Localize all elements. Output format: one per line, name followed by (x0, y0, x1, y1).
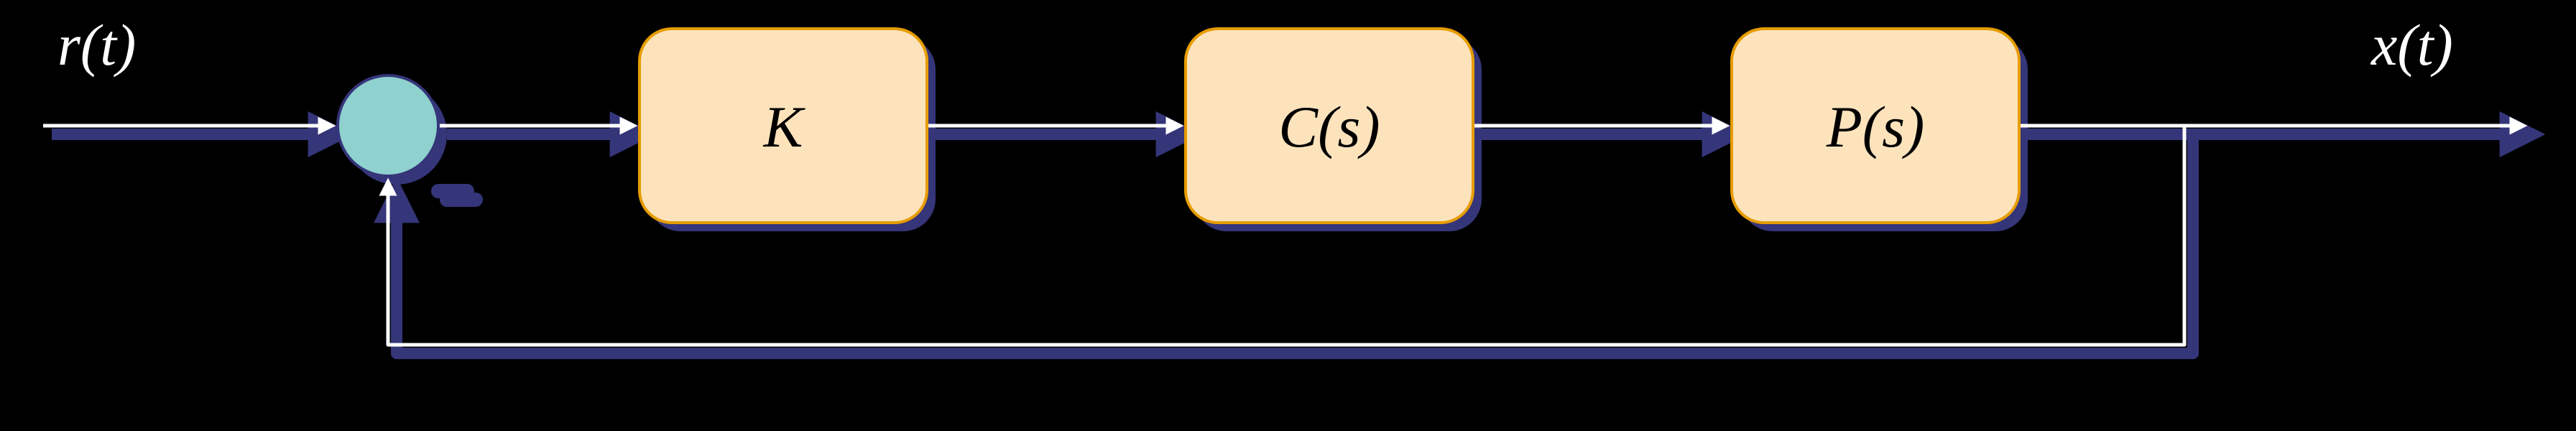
minus-sign (431, 184, 474, 198)
block-plant-label: P(s) (1826, 94, 1925, 159)
block-controller-label: C(s) (1278, 94, 1380, 159)
summing-junction (338, 75, 438, 176)
block-diagram: K C(s) P(s) r(t) x(t) (0, 0, 2576, 431)
output-label: x(t) (2370, 12, 2453, 78)
block-gain-label: K (763, 94, 806, 159)
input-label: r(t) (57, 12, 136, 78)
